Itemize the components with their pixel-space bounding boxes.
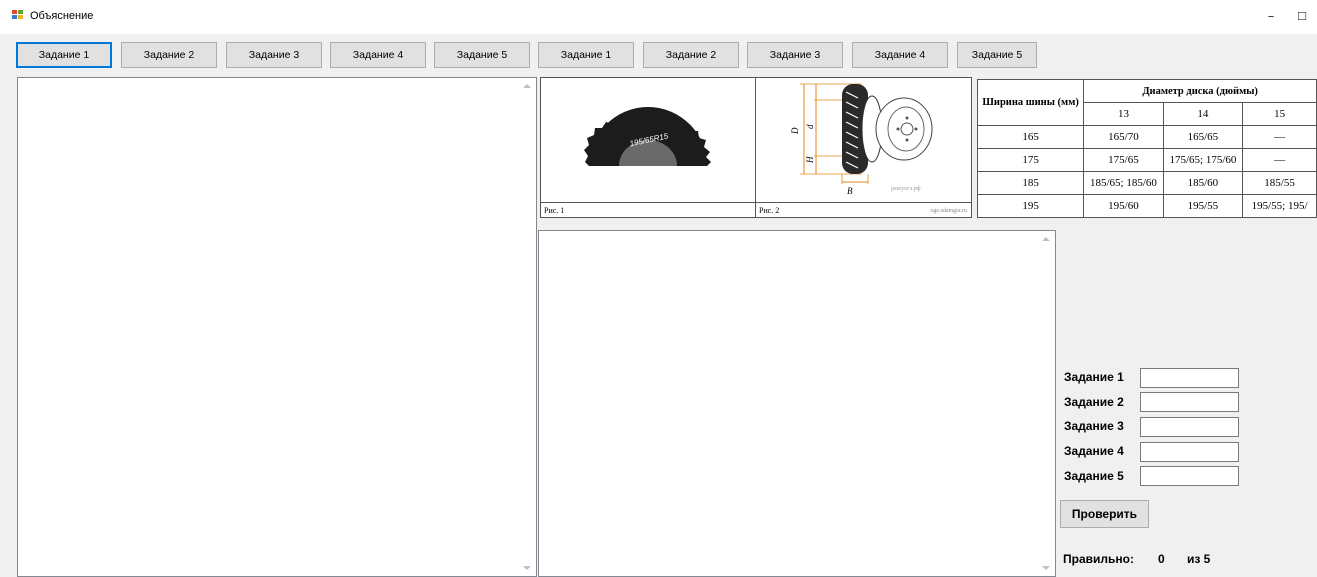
table-row: 165 165/70 165/65 —: [976, 125, 1317, 149]
table-cell: 175: [976, 148, 1085, 172]
table-cell: 165: [976, 125, 1085, 149]
answer-5-label: Задание 5: [1064, 469, 1124, 483]
scroll-down-icon[interactable]: [1042, 566, 1050, 570]
tyre-side-figure: 195/65R15: [584, 107, 711, 166]
dim-B-label: B: [847, 186, 853, 196]
table-cell: 165/65: [1162, 125, 1244, 149]
tyre-figures-image: 195/65R15 D d H B решуогэ.рф Рис. 1 Рис.…: [540, 77, 972, 218]
table-cell: 175/65; 175/60: [1162, 148, 1244, 172]
answer-5-input[interactable]: [1140, 466, 1239, 486]
figure-caption-1: Рис. 1: [544, 206, 565, 215]
table-cell: 185/65; 185/60: [1083, 171, 1164, 195]
diameter-header: 15: [1242, 102, 1317, 126]
window-title: Объяснение: [30, 10, 94, 22]
right-tab-2-button[interactable]: Задание 2: [643, 42, 739, 68]
diameter-group-header: Диаметр диска (дюймы): [1083, 79, 1317, 103]
table-cell: 165/70: [1083, 125, 1164, 149]
watermark-text: решуогэ.рф: [891, 185, 921, 192]
answer-2-input[interactable]: [1140, 392, 1239, 412]
figure-source: oge.sdamgia.ru: [930, 208, 967, 214]
table-row: 175 175/65 175/65; 175/60 —: [976, 148, 1317, 172]
answer-1-input[interactable]: [1140, 368, 1239, 388]
answer-4-label: Задание 4: [1064, 444, 1124, 458]
table-cell: 175/65: [1083, 148, 1164, 172]
table-cell: 195/55; 195/: [1242, 194, 1317, 218]
scroll-up-icon[interactable]: [523, 84, 531, 88]
title-bar: Объяснение – ☐: [0, 0, 1317, 34]
table-cell: 195/55: [1162, 194, 1244, 218]
left-tab-1-button[interactable]: Задание 1: [16, 42, 112, 68]
answer-3-input[interactable]: [1140, 417, 1239, 437]
width-column-header: Ширина шины (мм): [976, 79, 1085, 126]
right-tab-3-button[interactable]: Задание 3: [747, 42, 843, 68]
table-cell: —: [1242, 125, 1317, 149]
left-tab-3-button[interactable]: Задание 3: [226, 42, 322, 68]
table-row: 185 185/65; 185/60 185/60 185/55: [976, 171, 1317, 195]
result-correct-count: 0: [1158, 552, 1165, 566]
right-scrollbar[interactable]: [1038, 231, 1055, 576]
left-tab-5-button[interactable]: Задание 5: [434, 42, 530, 68]
right-tab-5-button[interactable]: Задание 5: [957, 42, 1037, 68]
minimize-button[interactable]: –: [1259, 6, 1283, 28]
right-tab-1-button[interactable]: Задание 1: [538, 42, 634, 68]
answer-1-label: Задание 1: [1064, 370, 1124, 384]
check-button[interactable]: Проверить: [1060, 500, 1149, 528]
dim-H-label: H: [805, 156, 815, 164]
diameter-header: 14: [1162, 102, 1244, 126]
explanation-textbox-left[interactable]: [17, 77, 537, 577]
app-icon: [12, 10, 24, 21]
diameter-header: 13: [1083, 102, 1164, 126]
answer-3-label: Задание 3: [1064, 419, 1124, 433]
tyre-size-table: Ширина шины (мм) Диаметр диска (дюймы) 1…: [976, 79, 1317, 218]
tyre-dimensions-figure: D d H B решуогэ.рф: [790, 83, 933, 196]
right-tab-4-button[interactable]: Задание 4: [852, 42, 948, 68]
answer-2-label: Задание 2: [1064, 395, 1124, 409]
left-scrollbar[interactable]: [519, 78, 536, 576]
table-cell: 185: [976, 171, 1085, 195]
table-cell: 185/55: [1242, 171, 1317, 195]
table-cell: —: [1242, 148, 1317, 172]
maximize-button[interactable]: ☐: [1290, 6, 1314, 28]
answer-4-input[interactable]: [1140, 442, 1239, 462]
table-cell: 185/60: [1162, 171, 1244, 195]
table-cell: 195: [976, 194, 1085, 218]
table-cell: 195/60: [1083, 194, 1164, 218]
left-tab-4-button[interactable]: Задание 4: [330, 42, 426, 68]
result-total: из 5: [1187, 552, 1211, 566]
scroll-up-icon[interactable]: [1042, 237, 1050, 241]
dim-D-label: D: [790, 127, 800, 135]
left-tab-2-button[interactable]: Задание 2: [121, 42, 217, 68]
result-label: Правильно:: [1063, 552, 1134, 566]
explanation-textbox-right[interactable]: [538, 230, 1056, 577]
table-row: 195 195/60 195/55 195/55; 195/: [976, 194, 1317, 218]
scroll-down-icon[interactable]: [523, 566, 531, 570]
figure-caption-2: Рис. 2: [759, 206, 780, 215]
dim-d-label: d: [805, 124, 815, 129]
